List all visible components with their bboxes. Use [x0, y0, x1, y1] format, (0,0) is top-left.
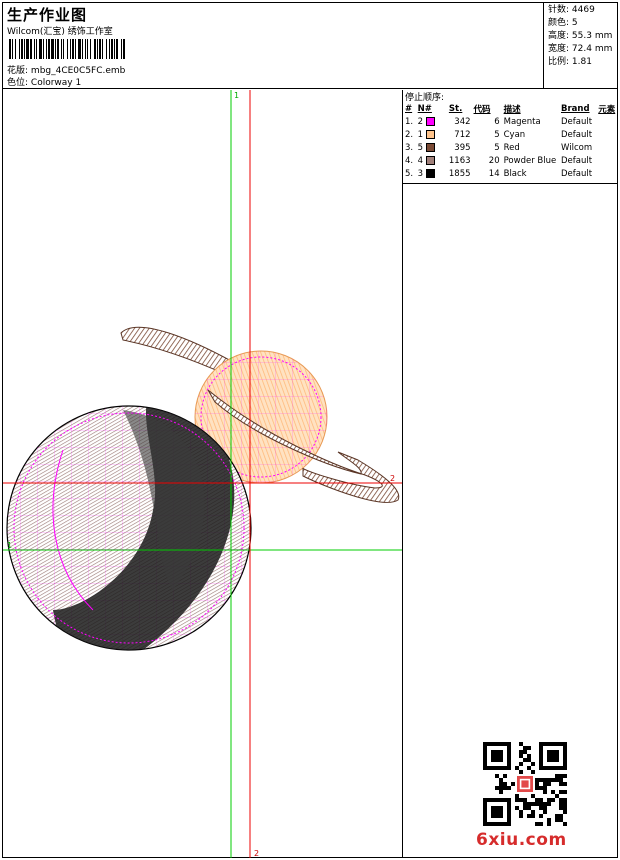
qr-code	[483, 742, 567, 826]
table-row: 1. 2 342 6 Magenta Default	[403, 115, 617, 128]
row-num: 4.	[405, 155, 414, 166]
production-worksheet: 生产作业图 Wilcom(汇宝) 绣饰工作室 花版: mbg_4CE0C5FC.…	[2, 2, 618, 858]
site-watermark: 6xiu.com	[476, 830, 567, 850]
color-sequence-table: # N# St. 代码 描述 Brand 元素 1. 2 342 6 Magenta D…	[403, 102, 617, 180]
row-brand: Wilcom	[561, 142, 593, 153]
table-row: 5. 3 1855 14 Black Default	[403, 167, 617, 180]
row-code: 5	[494, 142, 500, 153]
row-needle: 2	[416, 115, 449, 128]
color-swatch	[425, 142, 435, 152]
color-swatch	[425, 168, 435, 178]
red-vertical-guide-label: 2	[254, 849, 259, 858]
row-stitches: 1163	[448, 155, 471, 166]
company-name: Wilcom(汇宝) 绣饰工作室	[7, 27, 113, 37]
row-element	[598, 128, 617, 141]
row-stitches: 1855	[448, 168, 471, 179]
row-code: 5	[494, 129, 500, 140]
row-element	[598, 154, 617, 167]
row-brand: Default	[561, 116, 593, 127]
colorway-label: 色位:	[7, 78, 29, 88]
row-num: 5.	[405, 168, 414, 179]
stat-scale: 比例: 1.81	[548, 57, 592, 67]
row-needle: 4	[416, 154, 449, 167]
row-description: Red	[503, 142, 520, 153]
table-row: 3. 5 395 5 Red Wilcom	[403, 141, 617, 154]
row-description: Black	[503, 168, 527, 179]
color-swatch	[425, 129, 435, 139]
header-info: 生产作业图 Wilcom(汇宝) 绣饰工作室 花版: mbg_4CE0C5FC.…	[3, 3, 544, 89]
row-description: Powder Blue	[503, 155, 557, 166]
colorway-line: 色位: Colorway 1	[7, 75, 81, 88]
page-title: 生产作业图	[7, 6, 88, 24]
ring-back-arc	[120, 326, 234, 375]
row-description: Cyan	[503, 129, 526, 140]
table-header-row: # N# St. 代码 描述 Brand 元素	[403, 102, 617, 115]
color-swatch	[425, 116, 435, 126]
row-code: 20	[488, 155, 500, 166]
col-brand: Brand	[561, 103, 590, 114]
row-num: 2.	[405, 129, 414, 140]
table-row: 2. 1 712 5 Cyan Default	[403, 128, 617, 141]
row-brand: Default	[561, 168, 593, 179]
color-sequence-panel: 停止顺序: # N# St. 代码 描述 Brand 元素 1. 2 342 6…	[403, 90, 617, 858]
worksheet-header: 生产作业图 Wilcom(汇宝) 绣饰工作室 花版: mbg_4CE0C5FC.…	[3, 3, 617, 89]
stat-stitches: 针数: 4469	[548, 5, 595, 15]
col-n: N#	[417, 103, 432, 114]
row-brand: Default	[561, 129, 593, 140]
row-needle: 1	[416, 128, 449, 141]
row-element	[598, 141, 617, 154]
embroidery-preview: 1 1 2 2	[3, 90, 402, 858]
design-stats: 针数: 4469 颜色: 5 高度: 55.3 mm 宽度: 72.4 mm 比…	[548, 4, 616, 69]
green-vertical-guide-label: 1	[234, 91, 239, 100]
barcode	[9, 39, 125, 59]
row-needle: 3	[416, 167, 449, 180]
row-stitches: 395	[454, 142, 471, 153]
col-num: #	[405, 103, 413, 114]
row-element	[598, 115, 617, 128]
stat-colors: 颜色: 5	[548, 18, 578, 28]
col-st: St.	[448, 103, 463, 114]
col-element: 元素	[598, 104, 616, 115]
row-element	[598, 167, 617, 180]
row-num: 1.	[405, 116, 414, 127]
stat-height: 高度: 55.3 mm	[548, 31, 613, 41]
row-code: 14	[488, 168, 500, 179]
red-horizontal-guide-label: 2	[390, 474, 395, 483]
color-swatch	[425, 155, 435, 165]
row-stitches: 342	[454, 116, 471, 127]
table-row: 4. 4 1163 20 Powder Blue Default	[403, 154, 617, 167]
col-code: 代码	[473, 104, 491, 115]
row-description: Magenta	[503, 116, 541, 127]
row-code: 6	[494, 116, 500, 127]
colorway-name: Colorway 1	[30, 78, 82, 88]
row-brand: Default	[561, 155, 593, 166]
col-desc: 描述	[503, 104, 521, 115]
green-horizontal-guide-label: 1	[7, 541, 12, 550]
stat-width: 宽度: 72.4 mm	[548, 44, 613, 54]
design-canvas: 1 1 2 2	[3, 90, 403, 858]
row-stitches: 712	[454, 129, 471, 140]
row-num: 3.	[405, 142, 414, 153]
row-needle: 5	[416, 141, 449, 154]
stop-sequence-box: 停止顺序: # N# St. 代码 描述 Brand 元素 1. 2 342 6…	[403, 90, 617, 184]
